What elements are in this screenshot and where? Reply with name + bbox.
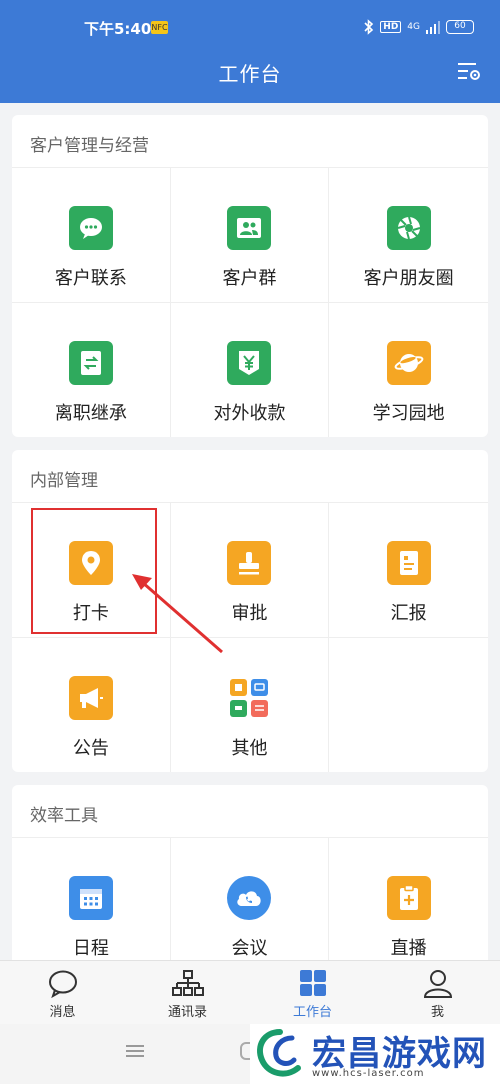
location-pin-icon xyxy=(68,541,113,585)
app-label: 客户群 xyxy=(222,268,277,289)
hd-icon: HD xyxy=(380,21,402,33)
status-bar: 下午5:40 NFC HD 4G 60 xyxy=(0,14,500,42)
org-chart-icon xyxy=(171,970,204,996)
megaphone-icon xyxy=(68,676,113,720)
app-customer-group[interactable]: 客户群 xyxy=(170,167,330,302)
clipboard-plus-icon xyxy=(386,876,431,920)
status-time: 下午5:40 xyxy=(84,20,152,38)
app-label: 客户朋友圈 xyxy=(363,268,454,289)
stamp-icon xyxy=(227,541,272,585)
network-label: 4G xyxy=(407,22,420,32)
page-title: 工作台 xyxy=(218,62,282,86)
app-label: 客户联系 xyxy=(54,268,127,289)
section-customer-management: 客户管理与经营 客户联系 客户群 客户朋友圈 离职继承 对外收款 学习园地 xyxy=(12,115,488,437)
aperture-icon xyxy=(386,206,431,250)
bluetooth-icon xyxy=(364,19,374,35)
section-internal-management: 内部管理 打卡 审批 汇报 公告 其他 xyxy=(12,450,488,772)
app-label: 审批 xyxy=(231,603,268,624)
app-label: 直播 xyxy=(390,938,427,959)
app-customer-contact[interactable]: 客户联系 xyxy=(12,167,171,302)
app-label: 会议 xyxy=(231,938,268,959)
tab-contacts[interactable]: 通讯录 xyxy=(125,961,250,1024)
tab-workbench[interactable]: 工作台 xyxy=(250,961,375,1024)
status-icons: HD 4G 60 xyxy=(364,19,474,35)
app-header: 下午5:40 NFC HD 4G 60 工作台 xyxy=(0,0,500,103)
app-label: 对外收款 xyxy=(213,403,286,424)
calendar-icon xyxy=(68,876,113,920)
section-title: 客户管理与经营 xyxy=(30,136,149,156)
tab-label: 工作台 xyxy=(292,1005,332,1020)
app-label: 其他 xyxy=(231,738,268,759)
app-meeting[interactable]: 会议 xyxy=(170,837,330,972)
app-schedule[interactable]: 日程 xyxy=(12,837,171,972)
app-label: 公告 xyxy=(72,738,109,759)
settings-list-icon xyxy=(458,63,480,80)
yuan-shield-icon xyxy=(227,341,272,385)
app-customer-moments[interactable]: 客户朋友圈 xyxy=(329,167,488,302)
report-icon xyxy=(386,541,431,585)
bottom-tab-bar: 消息 通讯录 工作台 我 xyxy=(0,960,500,1024)
transfer-doc-icon xyxy=(68,341,113,385)
workbench-icon xyxy=(299,970,326,996)
app-check-in[interactable]: 打卡 xyxy=(12,502,171,637)
app-label: 汇报 xyxy=(390,603,427,624)
tab-me[interactable]: 我 xyxy=(375,961,500,1024)
phone-cloud-icon xyxy=(227,876,272,920)
empty-cell xyxy=(329,637,488,772)
app-report[interactable]: 汇报 xyxy=(329,502,488,637)
tab-label: 我 xyxy=(430,1005,444,1020)
chat-icon xyxy=(68,206,113,250)
app-external-payment[interactable]: 对外收款 xyxy=(170,302,330,437)
signal-icon xyxy=(426,21,440,34)
person-icon xyxy=(423,970,452,998)
tab-label: 通讯录 xyxy=(167,1005,207,1020)
app-label: 离职继承 xyxy=(54,403,127,424)
battery-icon: 60 xyxy=(446,20,474,34)
group-icon xyxy=(227,206,272,250)
app-others[interactable]: 其他 xyxy=(170,637,330,772)
message-icon xyxy=(48,970,77,999)
watermark-logo: 宏昌游戏网 www.hcs-laser.com xyxy=(250,1024,500,1084)
workbench-settings-button[interactable] xyxy=(456,60,482,84)
nfc-badge: NFC xyxy=(151,21,168,34)
section-efficiency-tools: 效率工具 日程 会议 直播 xyxy=(12,785,488,985)
app-learning-garden[interactable]: 学习园地 xyxy=(329,302,488,437)
app-announcement[interactable]: 公告 xyxy=(12,637,171,772)
menu-icon[interactable] xyxy=(126,1044,144,1058)
app-resignation-inherit[interactable]: 离职继承 xyxy=(12,302,171,437)
logo-swirl-icon xyxy=(257,1029,301,1077)
app-live[interactable]: 直播 xyxy=(329,837,488,972)
apps-grid-icon xyxy=(227,676,272,720)
app-label: 学习园地 xyxy=(372,403,445,424)
tab-label: 消息 xyxy=(49,1005,76,1020)
section-title: 效率工具 xyxy=(30,806,98,826)
tab-messages[interactable]: 消息 xyxy=(0,961,125,1024)
app-label: 打卡 xyxy=(72,603,109,624)
watermark-url: www.hcs-laser.com xyxy=(312,1068,425,1079)
app-label: 日程 xyxy=(72,938,109,959)
app-approval[interactable]: 审批 xyxy=(170,502,330,637)
planet-icon xyxy=(386,341,431,385)
section-title: 内部管理 xyxy=(30,471,98,491)
